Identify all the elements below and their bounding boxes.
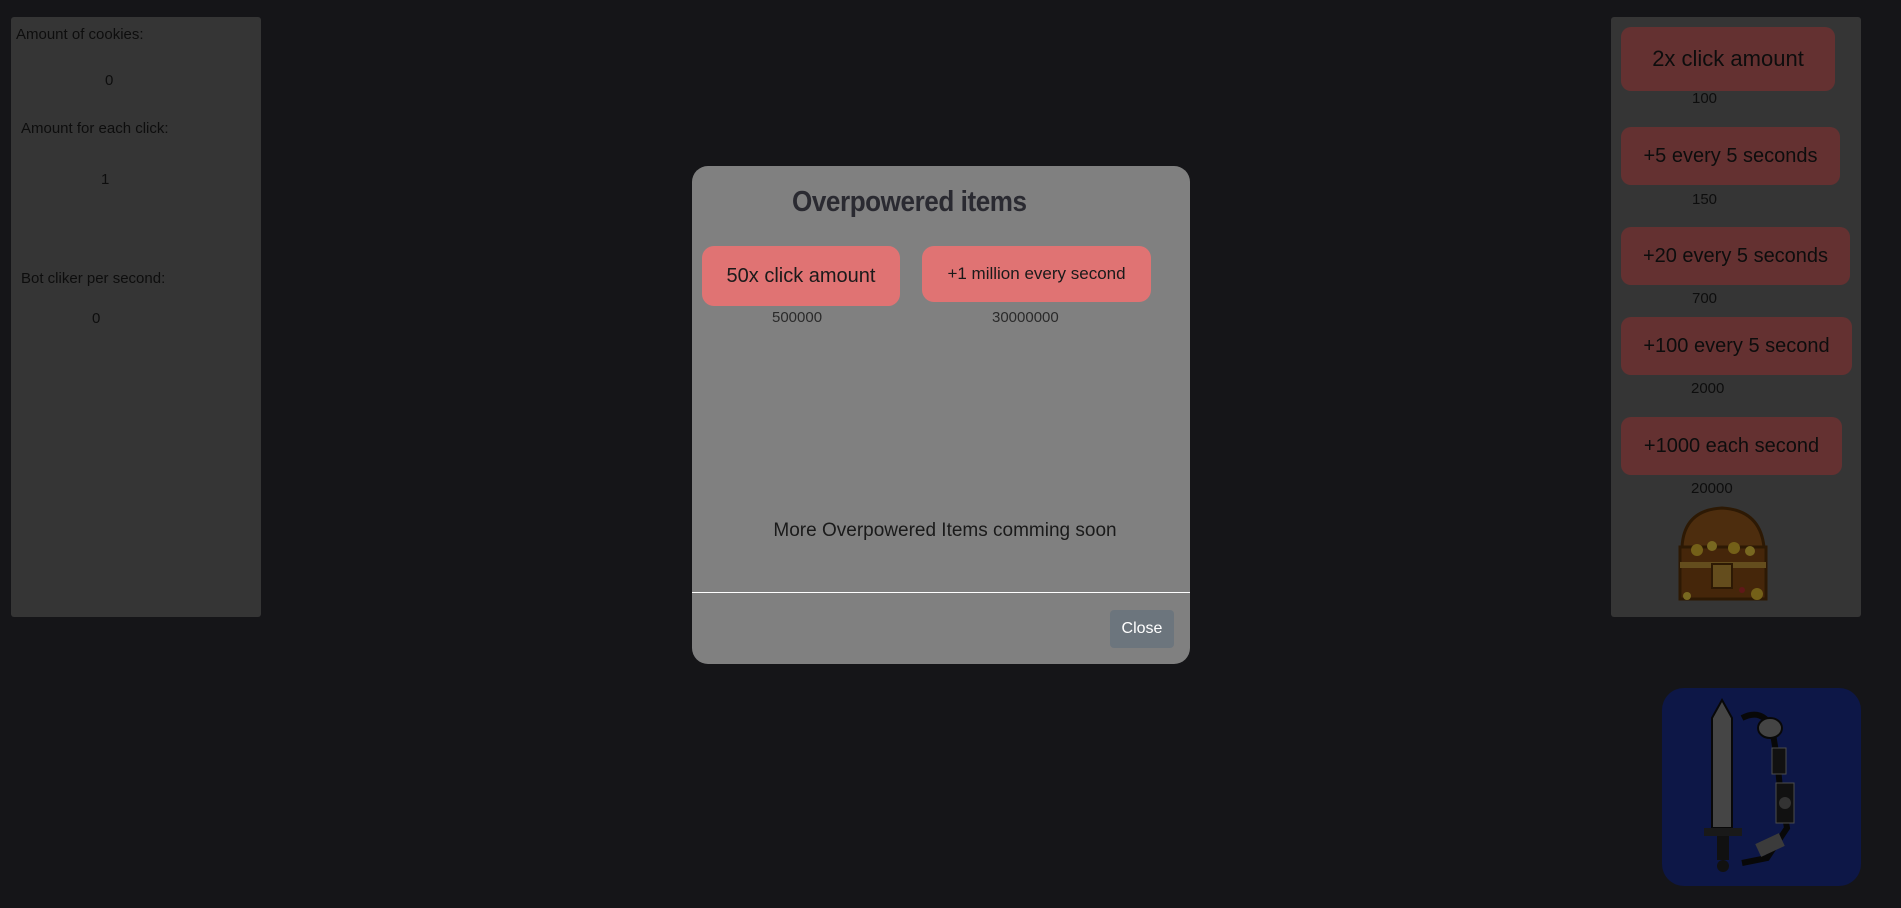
op-item-button[interactable]: 50x click amount — [702, 246, 900, 306]
coming-soon-text: More Overpowered Items comming soon — [773, 520, 1117, 541]
modal-title: Overpowered items — [792, 186, 1027, 218]
op-item-price: 500000 — [772, 309, 823, 326]
close-button[interactable]: Close — [1110, 610, 1174, 648]
modal-divider — [692, 592, 1190, 593]
op-item-price: 30000000 — [992, 309, 1059, 326]
overpowered-items-modal: Overpowered items 50x click amount 50000… — [692, 166, 1190, 664]
op-item-button[interactable]: +1 million every second — [922, 246, 1151, 302]
